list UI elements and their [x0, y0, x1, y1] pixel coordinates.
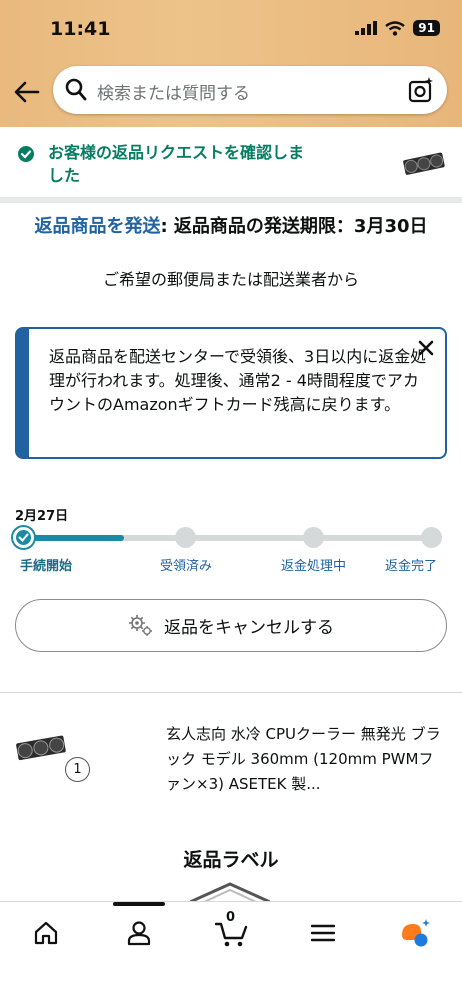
- status-time: 11:41: [50, 18, 111, 40]
- cancel-return-label: 返品をキャンセルする: [164, 618, 334, 638]
- return-label-heading: 返品ラベル: [183, 849, 279, 871]
- menu-icon: [311, 924, 335, 942]
- wifi-icon: [385, 20, 406, 36]
- check-icon: [18, 533, 29, 542]
- cart-count-badge: 0: [226, 910, 236, 925]
- check-circle-icon: [18, 146, 34, 162]
- rufus-icon: [402, 919, 430, 947]
- step-label-received: 受領済み: [160, 559, 213, 574]
- header: 11:41 91 検索または質問する: [0, 0, 462, 127]
- deadline-subtitle: ご希望の郵便局または配送業者から: [102, 270, 359, 289]
- search-input[interactable]: 検索または質問する: [53, 66, 447, 114]
- cancel-return-button[interactable]: 返品をキャンセルする: [15, 599, 447, 652]
- step-label-processing: 返金処理中: [281, 559, 347, 574]
- refund-info-message: 返品商品を配送センターで受領後、3日以内に返金処理が行われます。処理後、通常2 …: [49, 347, 427, 414]
- ship-return-link[interactable]: 返品商品を発送: [34, 216, 160, 237]
- step-dot-complete: [421, 527, 442, 548]
- progress-fill: [24, 535, 124, 541]
- progress-date: 2月27日: [15, 509, 69, 524]
- gears-icon: [129, 614, 152, 636]
- return-label-image: [190, 882, 270, 902]
- camera-lens-icon[interactable]: [407, 76, 435, 104]
- active-tab-indicator: [113, 902, 165, 906]
- product-title[interactable]: 玄人志向 水冷 CPUクーラー 無発光 ブラック モデル 360mm (120m…: [166, 722, 446, 797]
- tab-home[interactable]: [26, 916, 66, 950]
- product-image[interactable]: [15, 730, 71, 766]
- product-thumbnail-icon: [403, 152, 445, 175]
- refund-info-box: 返品商品を配送センターで受領後、3日以内に返金処理が行われます。処理後、通常2 …: [15, 327, 447, 459]
- quantity-badge: 1: [65, 757, 90, 782]
- section-divider: [0, 692, 462, 693]
- step-label-complete: 返金完了: [385, 559, 438, 574]
- home-icon: [34, 921, 58, 945]
- return-deadline: 返品商品を発送: 返品商品の発送期限：3月30日: [0, 215, 462, 239]
- battery-indicator: 91: [413, 20, 440, 36]
- signal-icon: [355, 21, 378, 35]
- tab-menu[interactable]: [303, 916, 343, 950]
- back-arrow-icon[interactable]: [12, 78, 42, 106]
- account-icon: [127, 921, 151, 946]
- step-dot-started: [13, 527, 34, 548]
- status-icons: 91: [355, 20, 440, 36]
- tab-rufus[interactable]: [396, 916, 436, 950]
- search-placeholder: 検索または質問する: [97, 84, 250, 104]
- close-icon[interactable]: [417, 339, 435, 357]
- confirmation-message: お客様の返品リクエストを確認しました: [48, 143, 305, 185]
- confirmation-banner: お客様の返品リクエストを確認しました: [0, 127, 462, 203]
- deadline-text: : 返品商品の発送期限：3月30日: [160, 216, 428, 237]
- step-label-started: 手続開始: [20, 559, 73, 574]
- tab-account[interactable]: [119, 916, 159, 950]
- step-dot-processing: [303, 527, 324, 548]
- search-icon: [65, 78, 87, 101]
- step-dot-received: [175, 527, 196, 548]
